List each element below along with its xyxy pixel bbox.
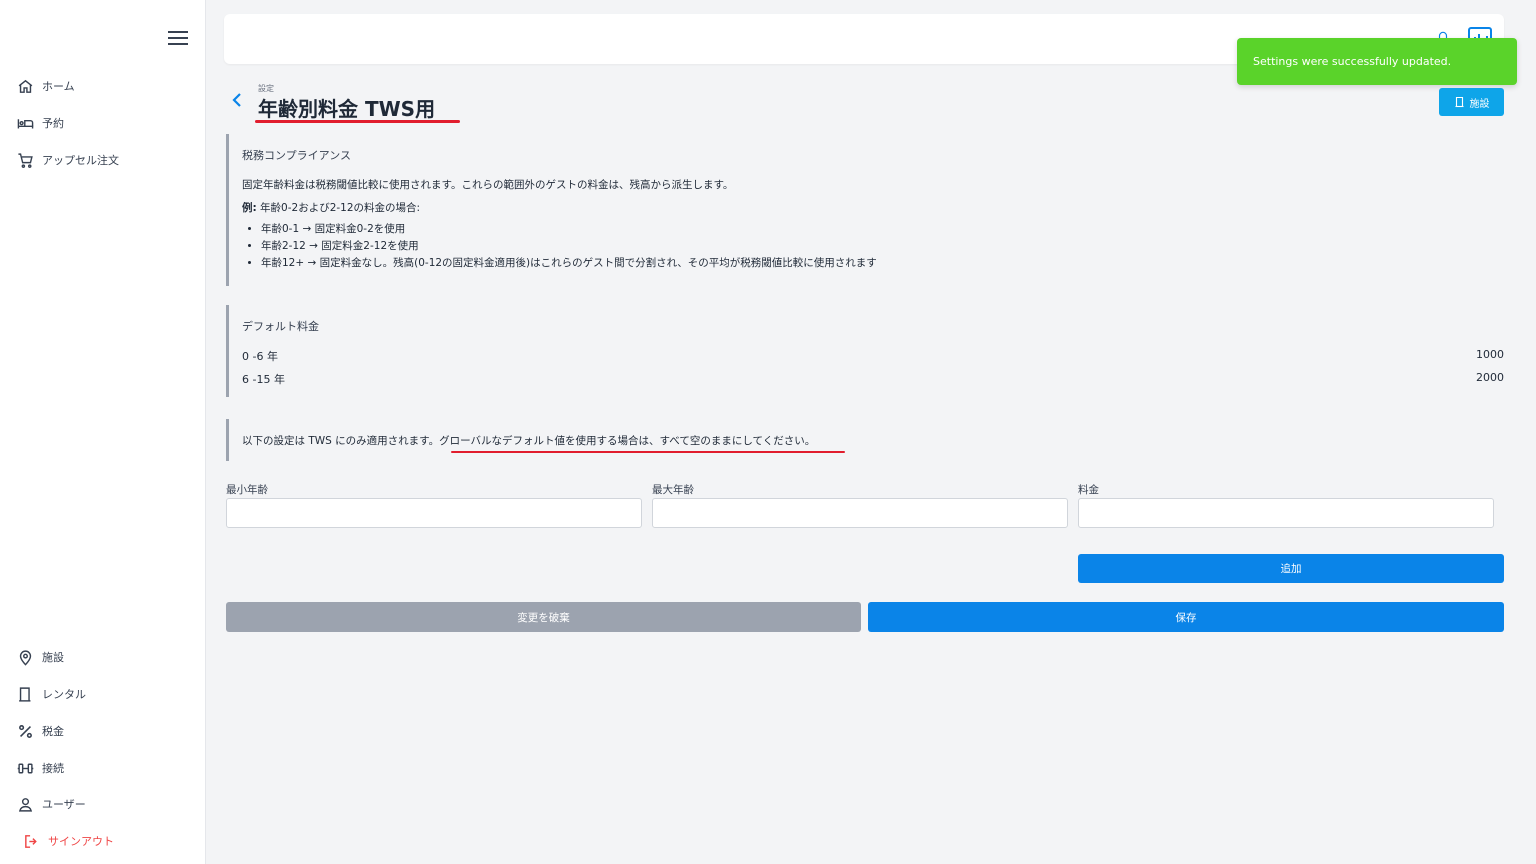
facility-button[interactable]: 施設 <box>1439 88 1504 116</box>
title-annotation-underline <box>255 120 460 123</box>
home-icon <box>16 77 34 95</box>
sidebar-item-label: 税金 <box>42 725 64 738</box>
sidebar-item-label: アップセル注文 <box>42 154 119 167</box>
sidebar-item-facilities[interactable]: 施設 <box>16 645 64 669</box>
tws-notice: 以下の設定は TWS にのみ適用されます。グローバルなデフォルト値を使用する場合… <box>242 433 815 448</box>
add-button[interactable]: 追加 <box>1078 554 1504 583</box>
min-age-input[interactable] <box>226 498 642 528</box>
sidebar-item-rentals[interactable]: レンタル <box>16 682 86 706</box>
sidebar-item-upsell-orders[interactable]: アップセル注文 <box>16 148 119 172</box>
chevron-left-icon <box>232 93 241 107</box>
sidebar-item-reservations[interactable]: 予約 <box>16 111 64 135</box>
connection-icon <box>16 759 34 777</box>
save-button[interactable]: 保存 <box>868 602 1504 632</box>
sidebar-item-label: 接続 <box>42 762 64 775</box>
example-label: 例: <box>242 202 257 214</box>
menu-toggle-icon[interactable] <box>168 29 190 47</box>
sidebar-item-label: ユーザー <box>42 798 86 811</box>
notice-annotation-underline <box>451 451 845 453</box>
default-rates-card: デフォルト料金 0 -6 年 1000 6 -15 年 2000 <box>226 305 1504 397</box>
rate-amount: 1000 <box>1476 348 1504 361</box>
tax-compliance-title: 税務コンプライアンス <box>242 149 352 162</box>
tws-notice-card: 以下の設定は TWS にのみ適用されます。グローバルなデフォルト値を使用する場合… <box>226 419 1504 461</box>
list-item: 年齢2-12 → 固定料金2-12を使用 <box>261 238 1489 255</box>
back-button[interactable] <box>230 90 246 110</box>
sidebar: ホーム 予約 アップセル注文 施設 レンタル 税金 接続 ユーザー サインアウト <box>0 0 206 864</box>
signout-label: サインアウト <box>48 835 114 848</box>
tax-compliance-example: 例: 年齢0-2および2-12の料金の場合: <box>242 200 420 215</box>
rate-range: 6 -15 年 <box>242 373 285 386</box>
example-list: 年齢0-1 → 固定料金0-2を使用 年齢2-12 → 固定料金2-12を使用 … <box>229 221 1489 272</box>
tax-compliance-card: 税務コンプライアンス 固定年齢料金は税務閾値比較に使用されます。これらの範囲外の… <box>226 134 1504 286</box>
price-label: 料金 <box>1078 484 1099 496</box>
tax-compliance-description: 固定年齢料金は税務閾値比較に使用されます。これらの範囲外のゲストの料金は、残高か… <box>242 179 734 191</box>
facility-button-label: 施設 <box>1469 98 1490 110</box>
example-text: 年齢0-2および2-12の料金の場合: <box>256 202 421 214</box>
sidebar-item-users[interactable]: ユーザー <box>16 792 86 816</box>
list-item: 年齢12+ → 固定料金なし。残高(0-12の固定料金適用後)はこれらのゲスト間… <box>261 255 1489 272</box>
max-age-input[interactable] <box>652 498 1068 528</box>
sidebar-item-label: レンタル <box>42 688 86 701</box>
default-rates-title: デフォルト料金 <box>242 320 319 333</box>
cart-icon <box>16 151 34 169</box>
sidebar-item-label: 施設 <box>42 651 64 664</box>
signout-icon <box>22 832 40 850</box>
sidebar-item-label: 予約 <box>42 117 64 130</box>
door-icon <box>16 685 34 703</box>
sidebar-item-connections[interactable]: 接続 <box>16 756 64 780</box>
door-icon <box>1455 96 1463 108</box>
toast-message: Settings were successfully updated. <box>1253 55 1452 68</box>
list-item: 年齢0-1 → 固定料金0-2を使用 <box>261 221 1489 238</box>
sidebar-item-home[interactable]: ホーム <box>16 74 75 98</box>
map-pin-icon <box>16 648 34 666</box>
rate-amount: 2000 <box>1476 371 1504 384</box>
sidebar-item-taxes[interactable]: 税金 <box>16 719 64 743</box>
rate-range: 0 -6 年 <box>242 350 278 363</box>
notice-prefix: 以下の設定は TWS にのみ適用されます。 <box>242 435 440 447</box>
page-title: 年齢別料金 TWS用 <box>258 97 436 121</box>
discard-changes-button[interactable]: 変更を破棄 <box>226 602 861 632</box>
rate-row: 0 -6 年 1000 <box>242 348 1504 364</box>
price-input[interactable] <box>1078 498 1494 528</box>
sidebar-item-label: ホーム <box>42 80 75 93</box>
rate-row: 6 -15 年 2000 <box>242 371 1504 387</box>
bed-icon <box>16 114 34 132</box>
signout-button[interactable]: サインアウト <box>22 829 114 853</box>
max-age-label: 最大年齢 <box>652 484 694 496</box>
min-age-label: 最小年齢 <box>226 484 268 496</box>
notice-highlight: グローバルなデフォルト値を使用する場合は、すべて空のままにしてください。 <box>439 435 816 447</box>
percent-icon <box>16 722 34 740</box>
user-icon <box>16 795 34 813</box>
success-toast: Settings were successfully updated. <box>1237 38 1517 85</box>
